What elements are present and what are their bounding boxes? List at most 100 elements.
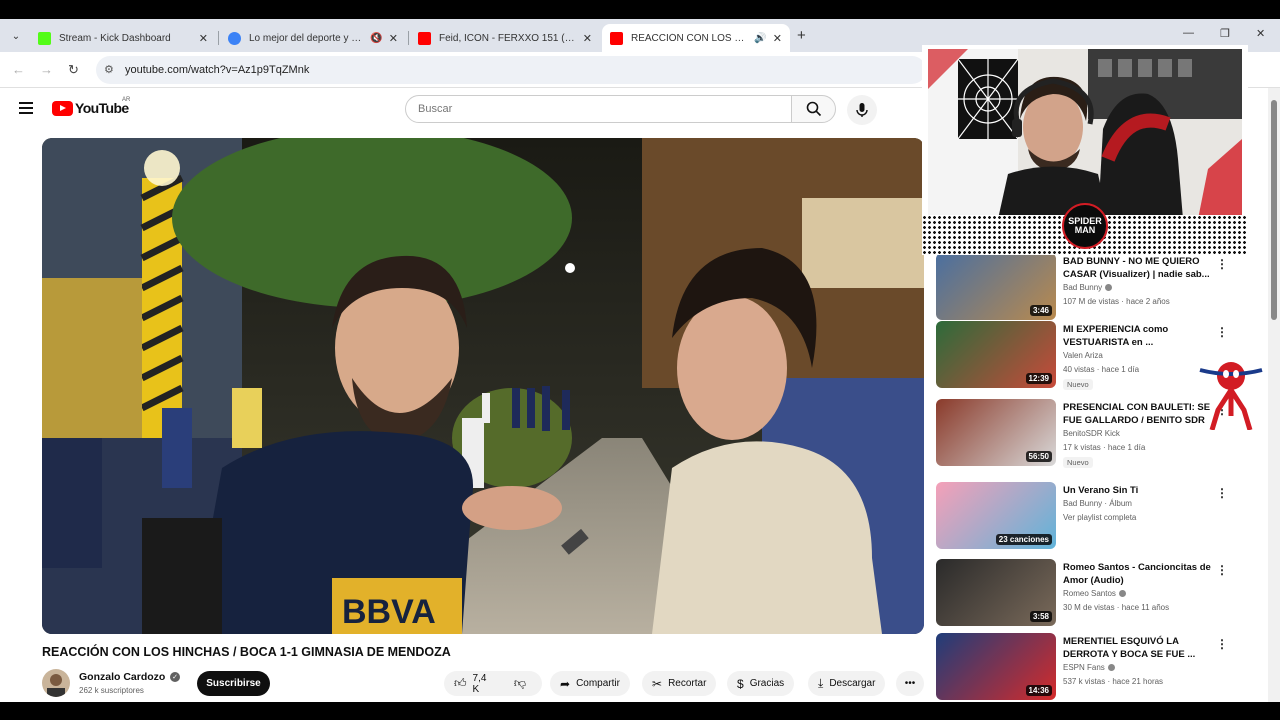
search-input[interactable]: Buscar — [405, 95, 792, 123]
new-badge: Nuevo — [1063, 379, 1093, 390]
related-video-item[interactable]: 12:39 MI EXPERIENCIA como VESTUARISTA en … — [936, 321, 1228, 391]
site-info-icon[interactable]: ⚙ — [104, 63, 114, 76]
like-count[interactable]: 7,4 K — [473, 673, 496, 695]
like-icon[interactable]: 👍︎ — [454, 676, 467, 691]
related-video-item[interactable]: 23 canciones Un Verano Sin Ti Bad Bunny · … — [936, 482, 1228, 552]
tab-title: Lo mejor del deporte y el e — [249, 32, 367, 44]
share-icon: ➦ — [560, 676, 571, 691]
more-options-icon[interactable]: ⋮ — [1216, 563, 1228, 577]
related-video-channel[interactable]: Bad Bunny · Álbum — [1063, 499, 1132, 508]
country-code: AR — [122, 97, 131, 103]
channel-label: ESPN Fans — [1063, 663, 1105, 672]
related-video-title[interactable]: MI EXPERIENCIA como VESTUARISTA en ... — [1063, 323, 1211, 349]
video-player[interactable]: BBVA — [42, 138, 924, 634]
scrollbar-thumb[interactable] — [1271, 100, 1277, 320]
related-video-meta: 30 M de vistas · hace 11 años — [1063, 603, 1170, 612]
more-options-icon[interactable]: ⋮ — [1216, 257, 1228, 271]
related-video-item[interactable]: 3:46 BAD BUNNY - NO ME QUIERO CASAR (Visu… — [936, 253, 1228, 323]
more-options-icon[interactable]: ⋮ — [1216, 637, 1228, 651]
scissors-icon: ✂ — [652, 676, 663, 691]
video-thumbnail[interactable]: 3:58 — [936, 559, 1056, 626]
dislike-icon[interactable]: 👎︎ — [514, 676, 526, 691]
verified-icon — [1118, 590, 1126, 598]
video-thumbnail[interactable]: 56:50 — [936, 399, 1056, 466]
related-video-item[interactable]: 56:50 PRESENCIAL CON BAULETI: SE FUE GALL… — [936, 399, 1228, 469]
related-video-meta: Ver playlist completa — [1063, 513, 1137, 522]
tab-close-icon[interactable]: ✕ — [773, 32, 782, 45]
tab-close-icon[interactable]: ✕ — [389, 32, 398, 45]
more-actions-button[interactable]: ••• — [896, 671, 924, 696]
youtube-logo[interactable]: YouTube — [52, 100, 129, 116]
browser-tab-deporte[interactable]: Lo mejor del deporte y el e 🔇 ✕ — [220, 24, 406, 52]
youtube-favicon-icon — [418, 31, 431, 45]
tab-title: Feid, ICON - FERXXO 151 (Offic — [439, 32, 577, 44]
video-duration: 14:36 — [1025, 685, 1052, 696]
download-button[interactable]: ⤓ Descargar — [808, 671, 886, 696]
video-thumbnail[interactable]: 3:46 — [936, 253, 1056, 320]
clip-button[interactable]: ✂ Recortar — [642, 671, 717, 696]
related-video-channel[interactable]: Valen Ariza — [1063, 351, 1103, 360]
related-video-title[interactable]: BAD BUNNY - NO ME QUIERO CASAR (Visualiz… — [1063, 255, 1211, 281]
related-video-channel[interactable]: ESPN Fans — [1063, 663, 1115, 672]
video-thumbnail[interactable]: 23 canciones — [936, 482, 1056, 549]
thanks-icon: $ — [737, 676, 744, 691]
site-favicon-icon — [228, 31, 241, 45]
minimize-icon[interactable]: — — [1183, 27, 1194, 39]
spiderman-sticker-icon — [1199, 362, 1263, 430]
avatar-image — [42, 669, 70, 697]
forward-icon[interactable]: → — [40, 62, 53, 77]
share-button[interactable]: ➦ Compartir — [550, 671, 630, 696]
browser-tab-reaccion[interactable]: REACCIÓN CON LOS HINCH 🔊 ✕ — [602, 24, 790, 52]
tab-separator — [408, 31, 409, 45]
window-close-icon[interactable]: ✕ — [1256, 27, 1265, 40]
tab-search-dropdown-icon[interactable]: ⌄ — [7, 27, 25, 45]
video-thumbnail[interactable]: 12:39 — [936, 321, 1056, 388]
video-duration: 56:50 — [1025, 451, 1052, 462]
related-video-channel[interactable]: Bad Bunny — [1063, 283, 1113, 292]
youtube-play-icon — [52, 100, 73, 116]
voice-search-button[interactable] — [847, 95, 877, 125]
menu-icon[interactable] — [19, 102, 33, 117]
browser-tab-feid[interactable]: Feid, ICON - FERXXO 151 (Offic ✕ — [410, 24, 600, 52]
tab-close-icon[interactable]: ✕ — [583, 32, 592, 45]
related-video-title[interactable]: Romeo Santos - Cancioncitas de Amor (Aud… — [1063, 561, 1211, 587]
restore-icon[interactable]: ❐ — [1220, 27, 1230, 40]
subscribe-button[interactable]: Suscribirse — [197, 671, 270, 696]
verified-icon: ✓ — [170, 672, 180, 682]
related-video-title[interactable]: MERENTIEL ESQUIVÓ LA DERROTA Y BOCA SE F… — [1063, 635, 1211, 661]
thanks-button[interactable]: $ Gracias — [727, 671, 795, 696]
subscriber-count: 262 k suscriptores — [79, 686, 144, 695]
tab-title: REACCIÓN CON LOS HINCH — [631, 32, 750, 44]
spider-logo-badge: SPIDER MAN — [1062, 203, 1108, 249]
url-text[interactable]: youtube.com/watch?v=Az1p9TqZMnk — [125, 64, 309, 76]
channel-label: Valen Ariza — [1063, 351, 1103, 360]
search-button[interactable] — [791, 95, 836, 123]
browser-tab-kick[interactable]: Stream - Kick Dashboard ✕ — [30, 24, 216, 52]
related-video-item[interactable]: 3:58 Romeo Santos - Cancioncitas de Amor … — [936, 559, 1228, 629]
address-bar[interactable]: ⚙ youtube.com/watch?v=Az1p9TqZMnk — [96, 56, 926, 84]
more-options-icon[interactable]: ⋮ — [1216, 325, 1228, 339]
channel-name[interactable]: Gonzalo Cardozo — [79, 671, 165, 683]
speaker-icon[interactable]: 🔊 — [754, 33, 766, 44]
video-thumbnail[interactable]: 14:36 — [936, 633, 1056, 700]
related-video-title[interactable]: Un Verano Sin Ti — [1063, 484, 1211, 497]
related-video-channel[interactable]: Romeo Santos — [1063, 589, 1126, 598]
reload-icon[interactable]: ↻ — [68, 62, 79, 78]
webcam-feed — [928, 49, 1242, 219]
bottom-letterbox — [0, 702, 1280, 720]
youtube-wordmark: YouTube — [75, 100, 129, 116]
video-duration: 3:46 — [1029, 305, 1052, 316]
related-video-channel[interactable]: BenitoSDR Kick — [1063, 429, 1120, 438]
back-icon[interactable]: ← — [12, 62, 25, 77]
page-scrollbar[interactable] — [1268, 88, 1280, 702]
related-video-title[interactable]: PRESENCIAL CON BAULETI: SE FUE GALLARDO … — [1063, 401, 1211, 427]
more-options-icon[interactable]: ⋮ — [1216, 486, 1228, 500]
related-video-meta: 537 k vistas · hace 21 horas — [1063, 677, 1164, 686]
muted-speaker-icon[interactable]: 🔇 — [370, 33, 382, 44]
related-video-item[interactable]: 14:36 MERENTIEL ESQUIVÓ LA DERROTA Y BOCA… — [936, 633, 1228, 703]
tab-close-icon[interactable]: ✕ — [199, 32, 208, 45]
channel-avatar[interactable] — [42, 669, 70, 697]
tab-title: Stream - Kick Dashboard — [59, 32, 171, 44]
new-tab-button[interactable]: + — [797, 27, 806, 44]
related-video-meta: 17 k vistas · hace 1 día — [1063, 443, 1146, 452]
